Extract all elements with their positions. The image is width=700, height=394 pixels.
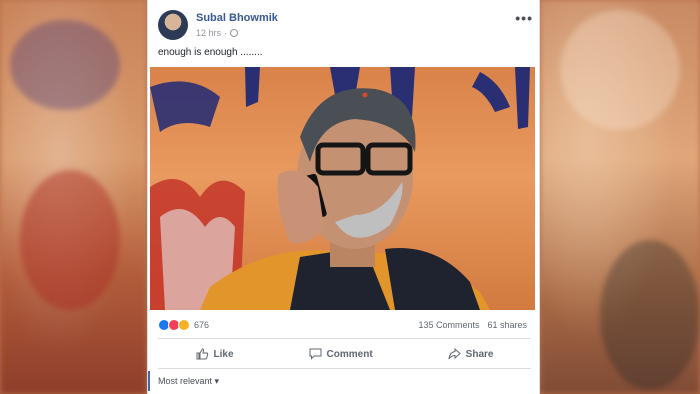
post-photo[interactable] (150, 67, 535, 310)
shares-count-link[interactable]: 61 shares (487, 320, 527, 330)
like-button-label: Like (213, 348, 234, 360)
facebook-post-card: Subal Bhowmik 12 hrs · ••• enough is eno… (147, 0, 540, 394)
post-meta: 12 hrs · (196, 28, 239, 38)
haha-icon (178, 319, 190, 331)
divider (158, 368, 531, 369)
engagement-stats: 135 Comments 61 shares (418, 320, 527, 330)
reaction-summary[interactable]: 676 (158, 319, 209, 331)
comments-count-link[interactable]: 135 Comments (418, 320, 479, 330)
share-button[interactable]: Share (448, 348, 494, 360)
comment-sort-dropdown[interactable]: Most relevant ▾ (158, 376, 219, 387)
post-timestamp[interactable]: 12 hrs (196, 28, 221, 38)
thumbs-up-icon (196, 348, 208, 360)
blurred-background-right (540, 0, 700, 394)
sort-label: Most relevant (158, 376, 213, 386)
share-button-label: Share (465, 348, 494, 360)
globe-icon (230, 29, 239, 37)
post-text: enough is enough ........ (158, 47, 263, 58)
share-icon (448, 348, 461, 360)
meta-separator: · (224, 28, 228, 38)
post-action-bar: Like Comment Share (158, 342, 531, 366)
divider (158, 338, 531, 339)
avatar[interactable] (158, 10, 188, 40)
comment-icon (309, 348, 322, 360)
reaction-count: 676 (194, 320, 210, 330)
post-header: Subal Bhowmik 12 hrs · ••• (158, 10, 533, 42)
blurred-background-left (0, 0, 147, 394)
author-name[interactable]: Subal Bhowmik (196, 12, 278, 24)
like-button[interactable]: Like (196, 348, 234, 360)
comment-button[interactable]: Comment (309, 348, 373, 360)
more-options-icon[interactable]: ••• (515, 10, 533, 26)
photo-illustration (150, 67, 530, 310)
comments-accent-bar (148, 371, 150, 391)
comment-button-label: Comment (326, 348, 373, 360)
chevron-down-icon: ▾ (214, 376, 220, 386)
